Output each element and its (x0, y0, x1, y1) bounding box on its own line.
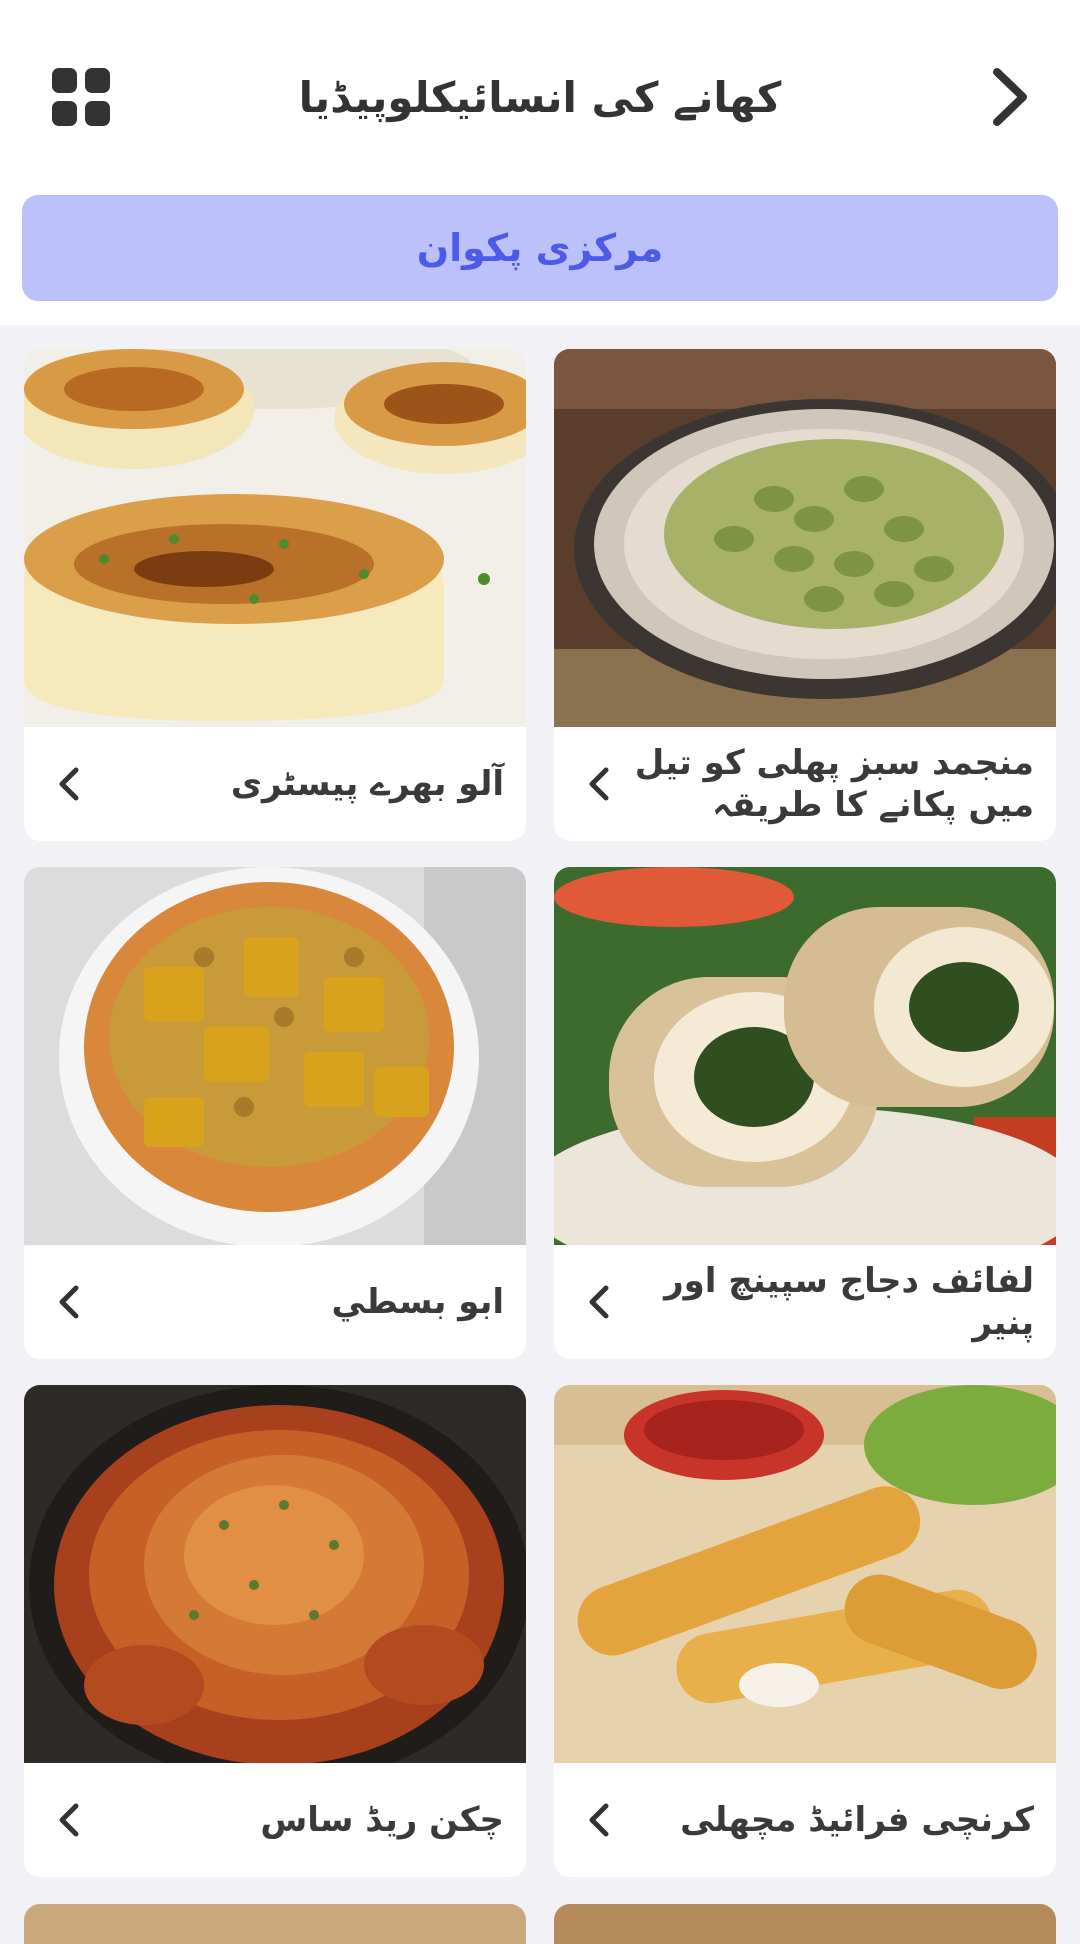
recipe-title: چکن ریڈ ساس (260, 1800, 504, 1840)
chevron-left-icon (59, 1803, 79, 1837)
chevron-left-icon (589, 767, 609, 801)
recipe-photo-chicken-red-sauce (24, 1385, 526, 1763)
chevron-right-icon[interactable] (975, 62, 1045, 132)
chevron-left-icon (589, 1803, 609, 1837)
recipe-photo-potato-pastry (24, 349, 526, 727)
recipe-card-peek[interactable] (554, 1904, 1056, 1944)
chevron-left-icon (59, 767, 79, 801)
recipe-card[interactable]: منجمد سبز پھلی کو تیل میں پکانے کا طریقہ (554, 349, 1056, 841)
recipe-title: لفائف دجاج سپینچ اور پنیر (664, 1261, 1034, 1343)
recipe-card[interactable]: ابو بسطي (24, 867, 526, 1359)
top-bar: کھانے کی انسائیکلوپیڈیا مرکزی پکوان (0, 0, 1080, 325)
grid-icon[interactable] (52, 68, 110, 126)
recipe-title: ابو بسطي (331, 1282, 504, 1322)
recipe-photo-chicken-rolls (554, 867, 1056, 1245)
recipe-card-peek[interactable] (24, 1904, 526, 1944)
recipe-photo-green-beans (554, 349, 1056, 727)
recipe-card[interactable]: چکن ریڈ ساس (24, 1385, 526, 1877)
recipe-title: منجمد سبز پھلی کو تیل میں پکانے کا طریقہ (634, 743, 1034, 825)
app-title: کھانے کی انسائیکلوپیڈیا (298, 73, 782, 122)
category-button[interactable]: مرکزی پکوان (22, 195, 1058, 301)
recipe-card[interactable]: کرنچی فرائیڈ مچھلی (554, 1385, 1056, 1877)
chevron-left-icon (59, 1285, 79, 1319)
chevron-left-icon (589, 1285, 609, 1319)
recipe-card[interactable]: لفائف دجاج سپینچ اور پنیر (554, 867, 1056, 1359)
recipe-title: آلو بھرے پیسٹری (230, 764, 504, 804)
recipe-title: کرنچی فرائیڈ مچھلی (680, 1800, 1034, 1840)
recipe-card[interactable]: آلو بھرے پیسٹری (24, 349, 526, 841)
recipe-photo-stew (24, 867, 526, 1245)
recipe-photo-fried-fish (554, 1385, 1056, 1763)
